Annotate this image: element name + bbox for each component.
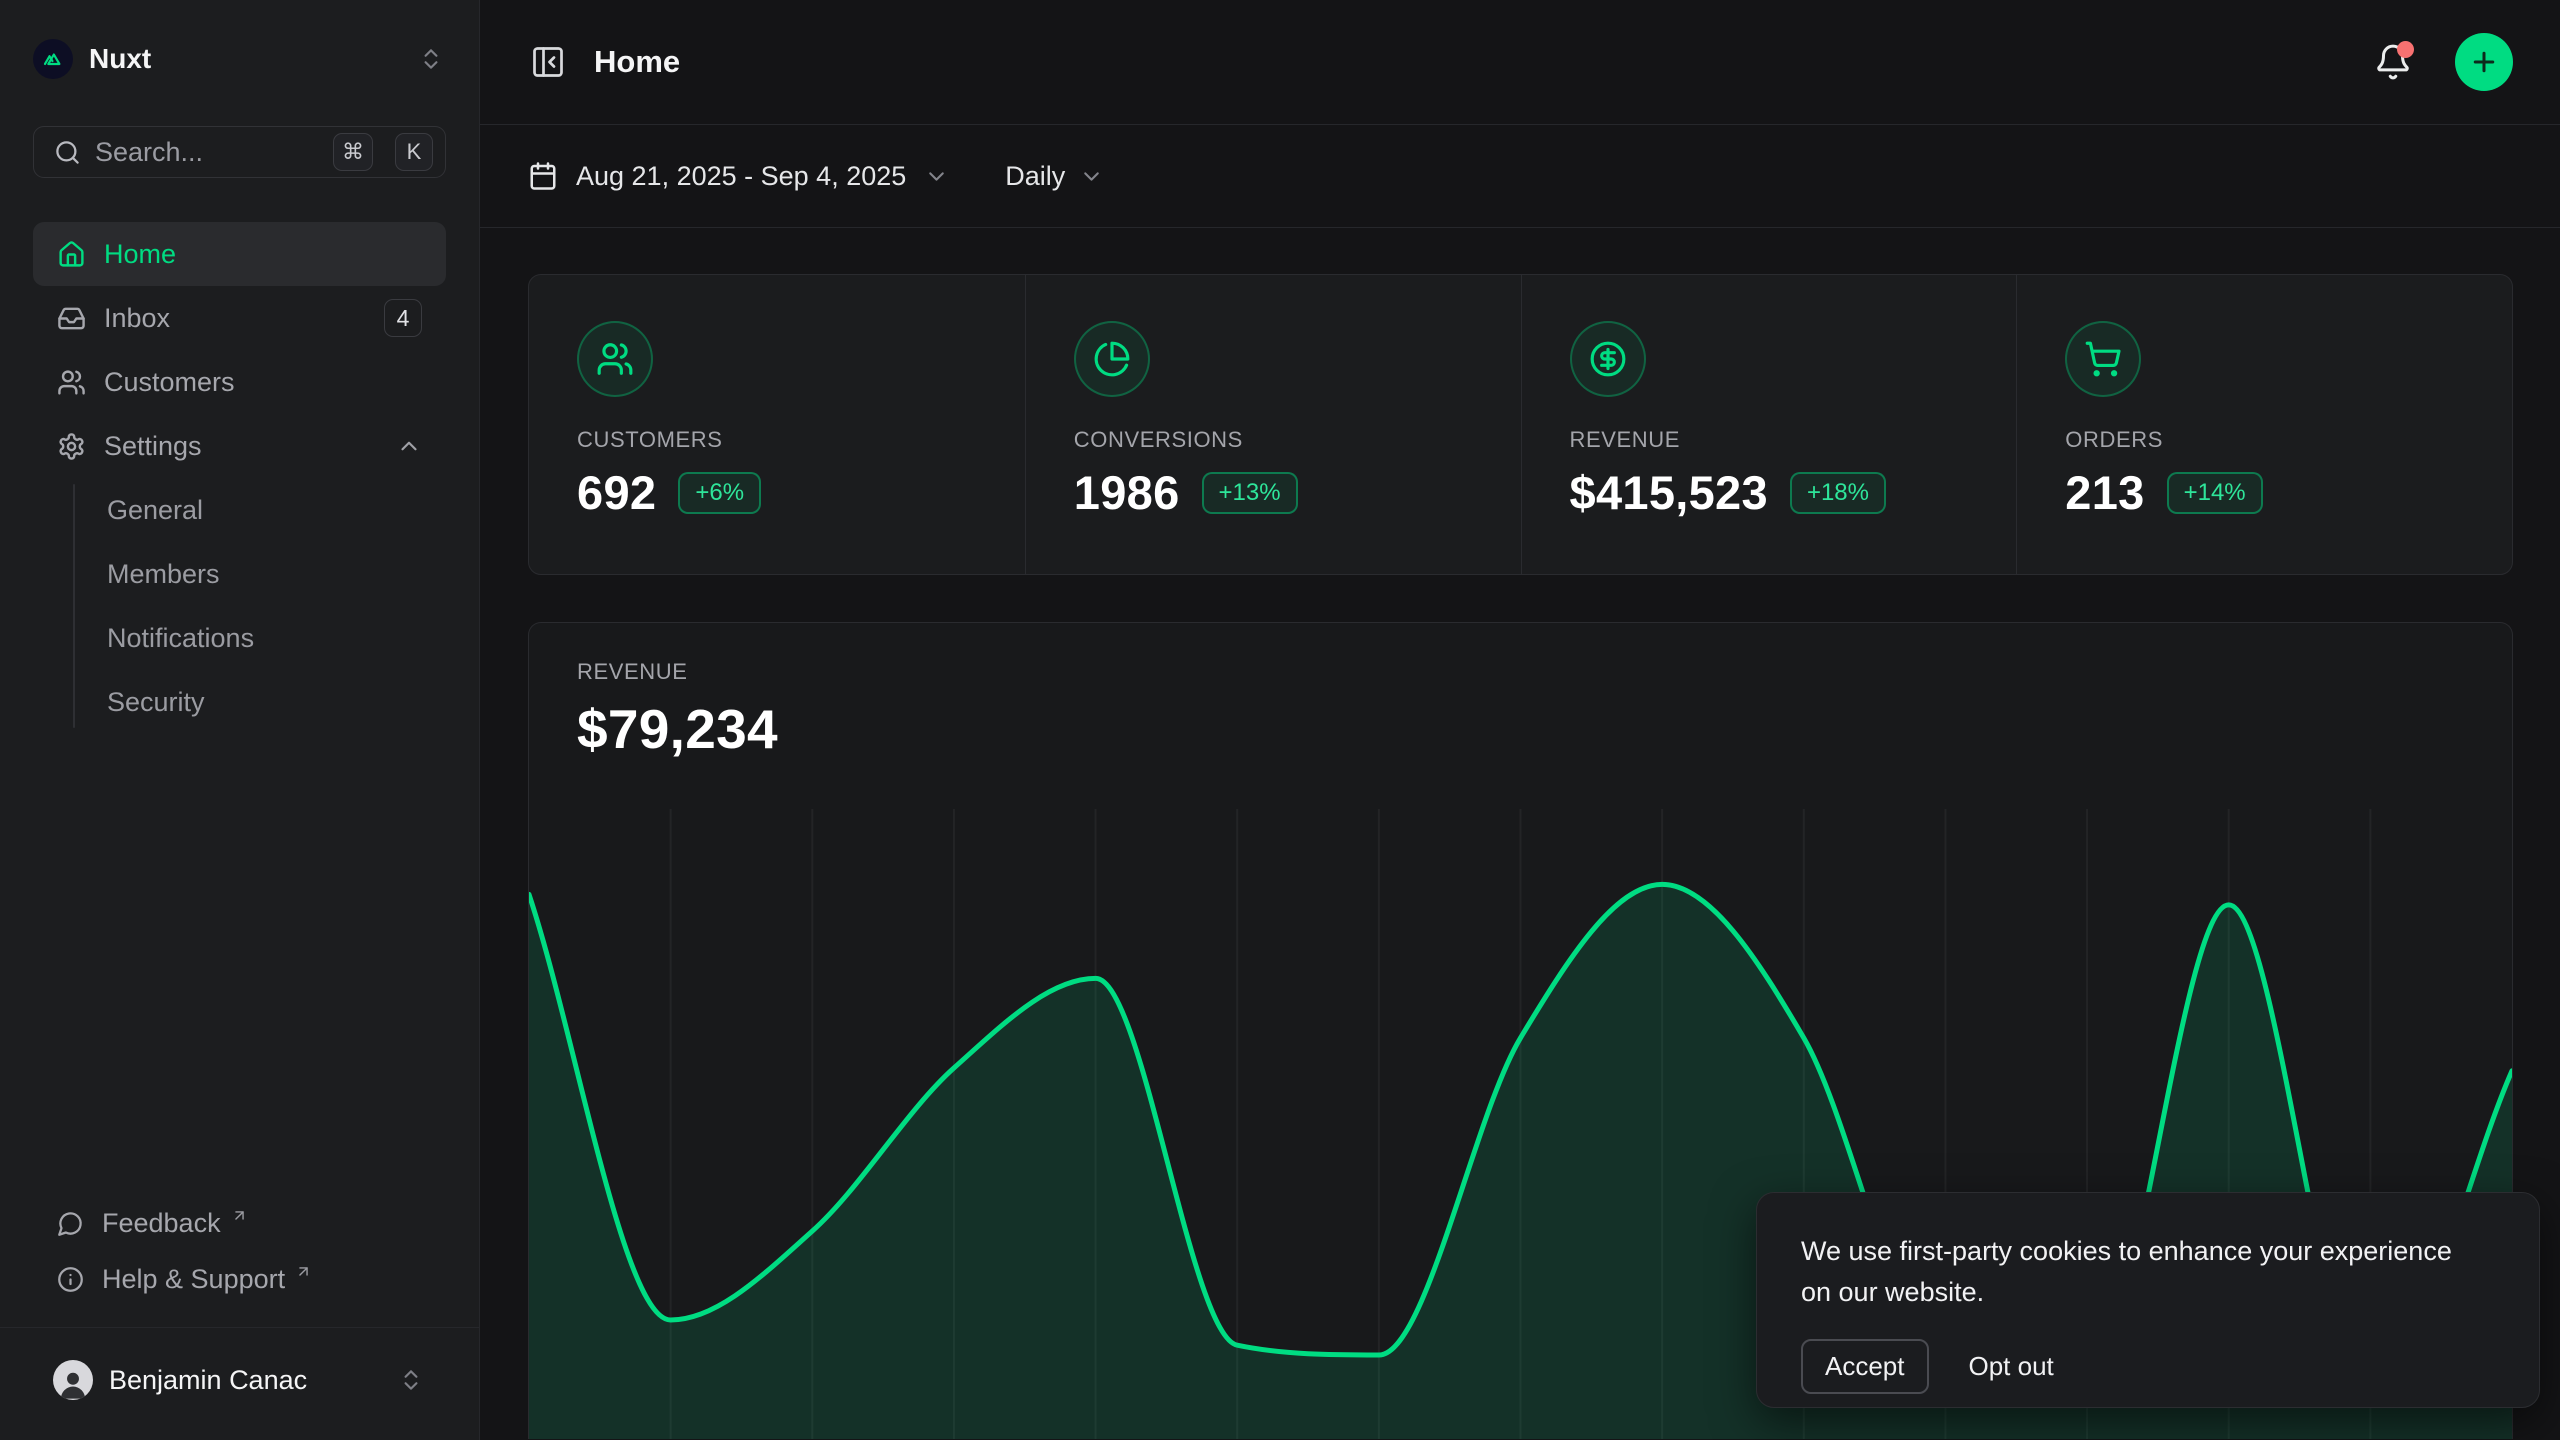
feedback-link[interactable]: Feedback <box>33 1195 446 1251</box>
stat-value: $415,523 <box>1570 465 1768 520</box>
external-link-icon <box>231 1207 248 1224</box>
cookie-message: We use first-party cookies to enhance yo… <box>1801 1231 2461 1313</box>
sidebar-item-customers[interactable]: Customers <box>33 350 446 414</box>
sidebar-item-label: Inbox <box>104 303 366 334</box>
stat-delta-badge: +18% <box>1790 472 1886 514</box>
stat-orders: ORDERS 213 +14% <box>2016 275 2512 574</box>
pie-chart-icon <box>1074 321 1150 397</box>
sidebar-item-general[interactable]: General <box>107 478 446 542</box>
stat-value: 213 <box>2065 465 2144 520</box>
feedback-label: Feedback <box>102 1208 221 1239</box>
notification-dot <box>2397 41 2414 58</box>
stat-label: CUSTOMERS <box>577 427 977 453</box>
help-support-link[interactable]: Help & Support <box>33 1251 446 1307</box>
stat-value: 692 <box>577 465 656 520</box>
stat-delta-badge: +13% <box>1202 472 1298 514</box>
workspace-switcher[interactable]: Nuxt <box>33 36 446 82</box>
topbar: Home <box>480 0 2560 125</box>
user-name: Benjamin Canac <box>109 1365 380 1396</box>
chevrons-up-down-icon[interactable] <box>416 44 446 74</box>
sidebar-footer: Feedback Help & Support <box>33 1195 446 1307</box>
stat-value: 1986 <box>1074 465 1180 520</box>
sidebar: Nuxt ⌘ K Home <box>0 0 480 1440</box>
stat-conversions: CONVERSIONS 1986 +13% <box>1025 275 1521 574</box>
kbd-k: K <box>395 133 433 171</box>
nuxt-logo-icon <box>33 39 73 79</box>
stat-customers: CUSTOMERS 692 +6% <box>529 275 1025 574</box>
filter-bar: Aug 21, 2025 - Sep 4, 2025 Daily <box>480 125 2560 228</box>
users-icon <box>57 368 86 397</box>
opt-out-button[interactable]: Opt out <box>1965 1341 2058 1392</box>
avatar <box>53 1360 93 1400</box>
stat-revenue: REVENUE $415,523 +18% <box>1521 275 2017 574</box>
accept-button[interactable]: Accept <box>1801 1339 1929 1394</box>
sidebar-nav: Home Inbox 4 Customers <box>33 222 446 734</box>
sidebar-item-label: Settings <box>104 431 378 462</box>
stat-label: REVENUE <box>1570 427 1969 453</box>
revenue-label: REVENUE <box>577 659 2464 685</box>
sidebar-item-inbox[interactable]: Inbox 4 <box>33 286 446 350</box>
date-range-label: Aug 21, 2025 - Sep 4, 2025 <box>576 161 906 192</box>
sidebar-item-notifications[interactable]: Notifications <box>107 606 446 670</box>
brand-name: Nuxt <box>89 43 400 75</box>
search-box[interactable]: ⌘ K <box>33 126 446 178</box>
sidebar-user-section: Benjamin Canac <box>0 1327 479 1440</box>
granularity-label: Daily <box>1005 161 1065 192</box>
message-circle-icon <box>57 1210 84 1237</box>
users-icon <box>577 321 653 397</box>
help-support-label: Help & Support <box>102 1264 285 1295</box>
stat-delta-badge: +6% <box>678 472 761 514</box>
panel-left-close-icon[interactable] <box>528 42 568 82</box>
add-button[interactable] <box>2455 33 2513 91</box>
user-menu-button[interactable]: Benjamin Canac <box>33 1350 446 1410</box>
info-icon <box>57 1266 84 1293</box>
dollar-circle-icon <box>1570 321 1646 397</box>
kbd-cmd: ⌘ <box>333 133 373 171</box>
settings-sub-list: General Members Notifications Security <box>33 478 446 734</box>
page-title: Home <box>594 44 2345 80</box>
stat-delta-badge: +14% <box>2167 472 2263 514</box>
sidebar-item-settings[interactable]: Settings <box>33 414 446 478</box>
notifications-button[interactable] <box>2371 40 2415 84</box>
revenue-value: $79,234 <box>577 697 2464 761</box>
sidebar-item-security[interactable]: Security <box>107 670 446 734</box>
search-icon <box>54 139 81 166</box>
cookie-banner: We use first-party cookies to enhance yo… <box>1756 1192 2540 1408</box>
calendar-icon <box>528 161 558 191</box>
chevron-up-icon <box>396 433 422 459</box>
granularity-select[interactable]: Daily <box>1005 161 1104 192</box>
stats-row: CUSTOMERS 692 +6% CONVERSIONS 1986 +13% <box>528 274 2513 575</box>
gear-icon <box>57 432 86 461</box>
chevron-down-icon <box>924 164 949 189</box>
chevron-down-icon <box>1079 164 1104 189</box>
search-input[interactable] <box>95 137 319 168</box>
sidebar-item-members[interactable]: Members <box>107 542 446 606</box>
cart-icon <box>2065 321 2141 397</box>
stat-label: CONVERSIONS <box>1074 427 1473 453</box>
inbox-icon <box>57 304 86 333</box>
sidebar-item-label: Home <box>104 239 422 270</box>
sidebar-item-label: Customers <box>104 367 422 398</box>
inbox-count-badge: 4 <box>384 299 422 337</box>
external-link-icon <box>295 1263 312 1280</box>
stat-label: ORDERS <box>2065 427 2464 453</box>
date-range-picker[interactable]: Aug 21, 2025 - Sep 4, 2025 <box>528 161 949 192</box>
chevrons-up-down-icon <box>396 1365 426 1395</box>
home-icon <box>57 240 86 269</box>
sidebar-item-home[interactable]: Home <box>33 222 446 286</box>
